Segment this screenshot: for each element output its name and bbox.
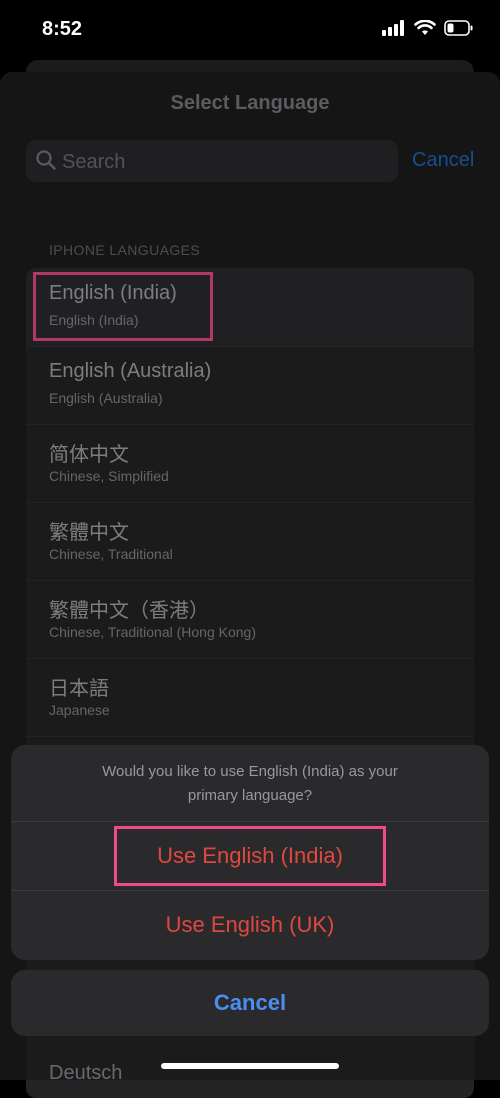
status-icons <box>382 20 474 36</box>
status-time: 8:52 <box>42 18 83 40</box>
wifi-icon <box>414 20 436 35</box>
action-sheet-message: Would you like to use English (India) as… <box>11 760 489 808</box>
battery-icon <box>444 20 473 36</box>
action-sheet-message-line: Would you like to use English (India) as… <box>102 763 398 780</box>
cancel-button[interactable]: Cancel <box>11 970 489 1036</box>
highlight-annotation-box <box>114 826 386 886</box>
status-bar: 8:52 <box>0 0 500 60</box>
action-sheet-message-line: primary language? <box>187 787 313 804</box>
cellular-signal-icon <box>382 20 404 36</box>
use-english-uk-button[interactable]: Use English (UK) <box>11 891 489 959</box>
home-indicator[interactable] <box>161 1063 339 1069</box>
